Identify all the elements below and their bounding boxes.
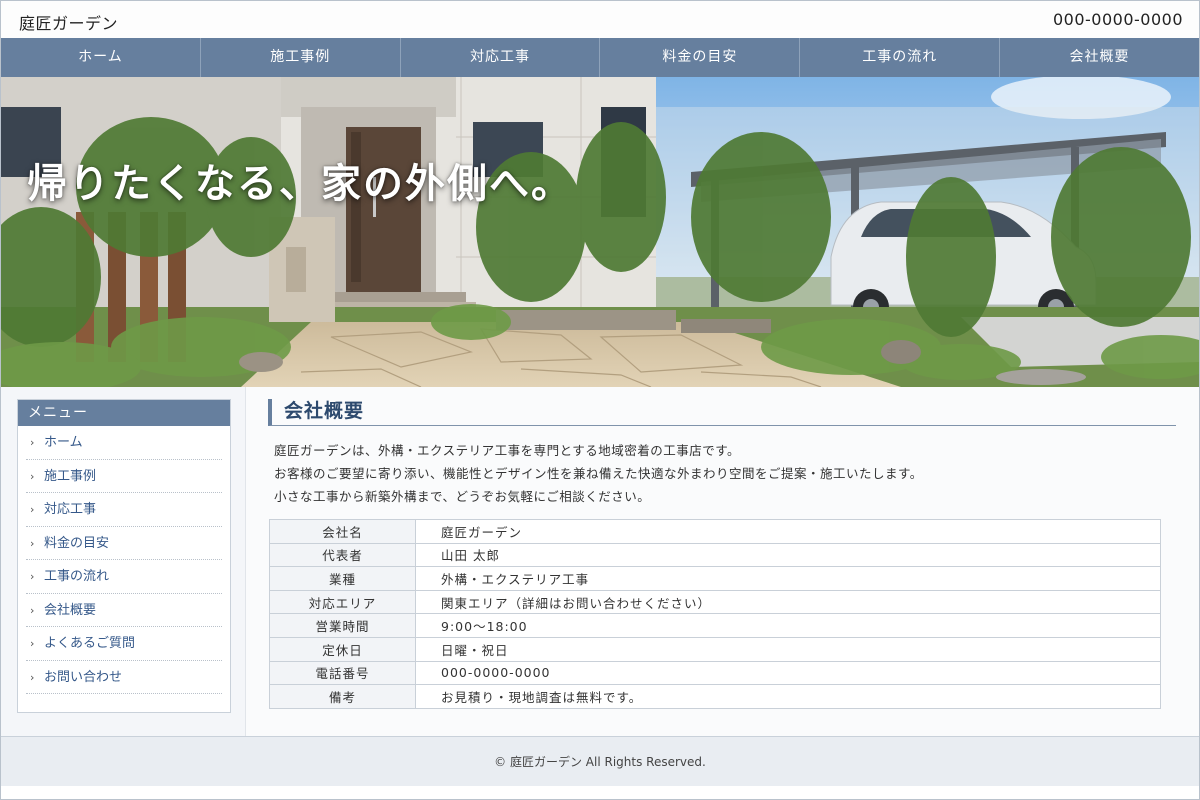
- hero-banner: 帰りたくなる、家の外側へ。: [1, 77, 1199, 387]
- table-header-cell: 定休日: [269, 636, 416, 662]
- sidebar-item-label: お問い合わせ: [44, 669, 123, 685]
- side-menu: メニュー › ホーム › 施工事例 › 対応工事 › 料金の目安 › 工事の流れ › 会社概…: [17, 399, 231, 713]
- table-header-cell: 電話番号: [269, 660, 416, 686]
- table-header-cell: 対応エリア: [269, 589, 416, 615]
- intro-paragraph: お客様のご要望に寄り添い、機能性とデザイン性を兼ね備えた快適な外まわり空間をご提…: [274, 466, 923, 481]
- nav-item-pricing[interactable]: 料金の目安: [600, 38, 801, 77]
- chevron-right-icon: ›: [30, 469, 35, 483]
- nav-item-company[interactable]: 会社概要: [1000, 38, 1199, 77]
- nav-item-home[interactable]: ホーム: [1, 38, 201, 77]
- table-cell: 9:00〜18:00: [415, 613, 1161, 638]
- table-header-cell: 会社名: [269, 519, 416, 544]
- intro-text: 庭匠ガーデンは、外構・エクステリア工事を専門とする地域密着の工事店です。 お客様…: [274, 439, 1174, 508]
- table-row: 電話番号 000-0000-0000: [269, 660, 1161, 686]
- page: 庭匠ガーデン 000-0000-0000 ホーム 施工事例 対応工事 料金の目安…: [0, 0, 1200, 800]
- sidebar-item-label: ホーム: [44, 435, 83, 450]
- table-row: 会社名 庭匠ガーデン: [269, 519, 1161, 544]
- nav-item-services[interactable]: 対応工事: [401, 38, 601, 77]
- sidebar-item-works[interactable]: › 施工事例: [26, 460, 222, 493]
- sidebar-item-home[interactable]: › ホーム: [26, 426, 222, 460]
- chevron-right-icon: ›: [30, 536, 35, 550]
- sidebar-item-contact[interactable]: › お問い合わせ: [26, 661, 222, 694]
- sidebar-item-label: 会社概要: [44, 602, 97, 618]
- table-header-cell: 業種: [269, 566, 416, 591]
- header-phone-number[interactable]: 000-0000-0000: [1053, 10, 1183, 29]
- sidebar-item-flow[interactable]: › 工事の流れ: [26, 560, 222, 594]
- global-nav: ホーム 施工事例 対応工事 料金の目安 工事の流れ 会社概要: [1, 38, 1199, 77]
- table-header-cell: 備考: [269, 684, 416, 709]
- sidebar-item-faq[interactable]: › よくあるご質問: [26, 627, 222, 661]
- sidebar-item-label: 施工事例: [44, 468, 97, 484]
- sidebar-item-label: 料金の目安: [44, 535, 110, 551]
- table-cell: 山田 太郎: [415, 542, 1161, 568]
- table-row: 業種 外構・エクステリア工事: [269, 566, 1161, 591]
- site-logo-text[interactable]: 庭匠ガーデン: [19, 10, 118, 34]
- chevron-right-icon: ›: [30, 503, 35, 516]
- chevron-right-icon: ›: [30, 603, 35, 617]
- sidebar-item-label: 工事の流れ: [44, 569, 110, 584]
- table-cell: 000-0000-0000: [415, 660, 1161, 686]
- sidebar-item-services[interactable]: › 対応工事: [26, 493, 222, 527]
- hero-garden-illustration: [1, 77, 1199, 387]
- table-cell: 外構・エクステリア工事: [415, 566, 1161, 591]
- table-row: 営業時間 9:00〜18:00: [269, 613, 1161, 638]
- content-area: メニュー › ホーム › 施工事例 › 対応工事 › 料金の目安 › 工事の流れ › 会社概…: [1, 387, 1199, 736]
- intro-paragraph: 庭匠ガーデンは、外構・エクステリア工事を専門とする地域密着の工事店です。: [274, 443, 741, 458]
- table-cell: お見積り・現地調査は無料です。: [415, 684, 1161, 709]
- table-header-cell: 代表者: [269, 542, 416, 568]
- table-row: 代表者 山田 太郎: [269, 542, 1161, 568]
- sidebar-item-company[interactable]: › 会社概要: [26, 594, 222, 627]
- table-cell: 関東エリア（詳細はお問い合わせください）: [415, 589, 1161, 615]
- chevron-right-icon: ›: [30, 570, 35, 583]
- company-info-table: 会社名 庭匠ガーデン 代表者 山田 太郎 業種 外構・エクステリア工事 対応エリ…: [269, 519, 1161, 709]
- chevron-right-icon: ›: [30, 436, 35, 449]
- table-row: 備考 お見積り・現地調査は無料です。: [269, 684, 1161, 709]
- main-content: 会社概要 庭匠ガーデンは、外構・エクステリア工事を専門とする地域密着の工事店です…: [245, 387, 1199, 736]
- sidebar-item-pricing[interactable]: › 料金の目安: [26, 527, 222, 560]
- table-cell: 日曜・祝日: [415, 636, 1161, 662]
- page-title: 会社概要: [268, 399, 1176, 426]
- side-menu-list: › ホーム › 施工事例 › 対応工事 › 料金の目安 › 工事の流れ › 会社概要 › よく…: [18, 426, 230, 694]
- site-header: 庭匠ガーデン 000-0000-0000: [1, 1, 1199, 38]
- nav-item-works[interactable]: 施工事例: [201, 38, 401, 77]
- copyright-text: © 庭匠ガーデン All Rights Reserved.: [494, 755, 706, 769]
- sidebar-item-label: 対応工事: [44, 502, 97, 517]
- chevron-right-icon: ›: [30, 670, 35, 684]
- table-header-cell: 営業時間: [269, 613, 416, 638]
- site-footer: © 庭匠ガーデン All Rights Reserved.: [1, 736, 1199, 786]
- table-row: 対応エリア 関東エリア（詳細はお問い合わせください）: [269, 589, 1161, 615]
- side-menu-title: メニュー: [18, 400, 230, 426]
- intro-paragraph: 小さな工事から新築外構まで、どうぞお気軽にご相談ください。: [274, 489, 651, 504]
- table-row: 定休日 日曜・祝日: [269, 636, 1161, 662]
- chevron-right-icon: ›: [30, 637, 35, 650]
- sidebar-item-label: よくあるご質問: [44, 636, 136, 651]
- nav-item-flow[interactable]: 工事の流れ: [800, 38, 1001, 77]
- table-cell: 庭匠ガーデン: [415, 519, 1161, 544]
- hero-catch-copy: 帰りたくなる、家の外側へ。: [27, 160, 573, 207]
